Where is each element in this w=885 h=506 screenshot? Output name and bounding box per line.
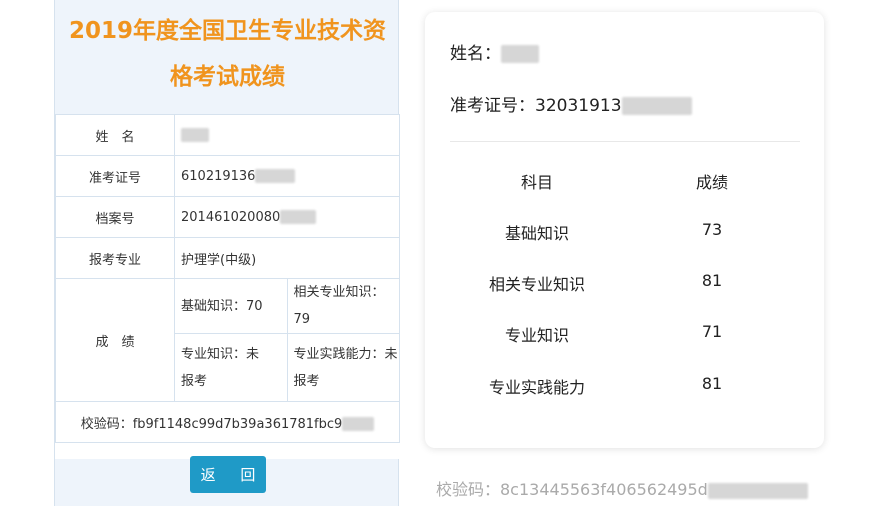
card-id-value: 32031913 — [535, 96, 622, 116]
table-row-major: 报考专业 护理学(中级) — [55, 237, 400, 279]
redacted-card-name — [501, 45, 539, 63]
redacted-name — [181, 128, 209, 142]
file-value: 201461020080 — [181, 209, 281, 225]
verify-code: 校验码：fb9f1148c99d7b39a361781fbc9 — [80, 416, 343, 432]
score-table: 姓 名 准考证号 610219136 档案号 201461020080 报考专业… — [55, 114, 400, 459]
redacted-card-id — [621, 97, 692, 115]
table-row-id: 准考证号 610219136 — [55, 155, 400, 197]
redacted-verify — [342, 417, 375, 431]
table-row-name: 姓 名 — [55, 114, 400, 156]
score-practice-line1: 专业实践能力：未 — [293, 346, 398, 362]
score-professional-line2: 报考 — [181, 373, 208, 389]
redacted-file — [280, 210, 317, 224]
left-result-panel: 2019年度全国卫生专业技术资 格考试成绩 姓 名 准考证号 610219136… — [54, 0, 400, 506]
title-line-1: 2019年度全国卫生专业技术资 — [68, 18, 386, 44]
id-label: 准考证号 — [55, 155, 175, 197]
col-subject-header: 科目 — [520, 173, 553, 192]
score-cell: 81 — [701, 271, 723, 290]
score-label: 成 绩 — [55, 278, 175, 402]
table-row-file: 档案号 201461020080 — [55, 196, 400, 238]
subject-cell: 相关专业知识 — [488, 275, 585, 294]
back-button[interactable]: 返 回 — [190, 456, 266, 493]
score-related: 相关专业知识：79 — [286, 278, 400, 334]
score-cell: 71 — [701, 322, 723, 341]
verify-cell: 校验码：fb9f1148c99d7b39a361781fbc9 — [55, 401, 400, 443]
score-card: 姓名： 准考证号：32031913 科目 成绩 基础知识 73 相关专业知识 8… — [425, 12, 824, 448]
id-value: 610219136 — [181, 168, 256, 184]
name-label: 姓 名 — [55, 114, 175, 156]
score-cell: 73 — [701, 220, 723, 239]
card-verify-row: 校验码：8c13445563f406562495d — [436, 476, 808, 500]
col-score-header: 成绩 — [695, 173, 728, 192]
card-verify-code: 校验码：8c13445563f406562495d — [436, 480, 708, 499]
redacted-id — [255, 169, 296, 183]
card-name-row: 姓名： — [450, 39, 539, 64]
card-id-label: 准考证号： — [450, 96, 535, 116]
score-professional: 专业知识：未 报考 — [174, 333, 288, 402]
id-value-cell: 610219136 — [174, 155, 400, 197]
table-row-verify: 校验码：fb9f1148c99d7b39a361781fbc9 — [55, 401, 400, 443]
subject-cell: 专业知识 — [504, 326, 569, 345]
name-value — [174, 114, 400, 156]
score-cell: 81 — [701, 374, 723, 393]
score-practice-line2: 报考 — [293, 373, 320, 389]
score-basic: 基础知识：70 — [174, 278, 288, 334]
table-row-scores-1: 成 绩 基础知识：70 相关专业知识：79 — [55, 278, 400, 402]
title-line-2: 格考试成绩 — [170, 64, 285, 90]
card-id-row: 准考证号：32031913 — [450, 91, 692, 116]
card-divider — [450, 141, 800, 142]
page-title: 2019年度全国卫生专业技术资 格考试成绩 — [55, 8, 400, 100]
score-practice: 专业实践能力：未 报考 — [286, 333, 400, 402]
subject-cell: 专业实践能力 — [488, 378, 585, 397]
redacted-card-verify — [707, 482, 808, 499]
card-name-label: 姓名： — [450, 44, 501, 64]
score-professional-line1: 专业知识：未 — [181, 346, 260, 362]
file-label: 档案号 — [55, 196, 175, 238]
major-value: 护理学(中级) — [174, 237, 400, 279]
major-label: 报考专业 — [55, 237, 175, 279]
subject-cell: 基础知识 — [504, 224, 569, 243]
file-value-cell: 201461020080 — [174, 196, 400, 238]
